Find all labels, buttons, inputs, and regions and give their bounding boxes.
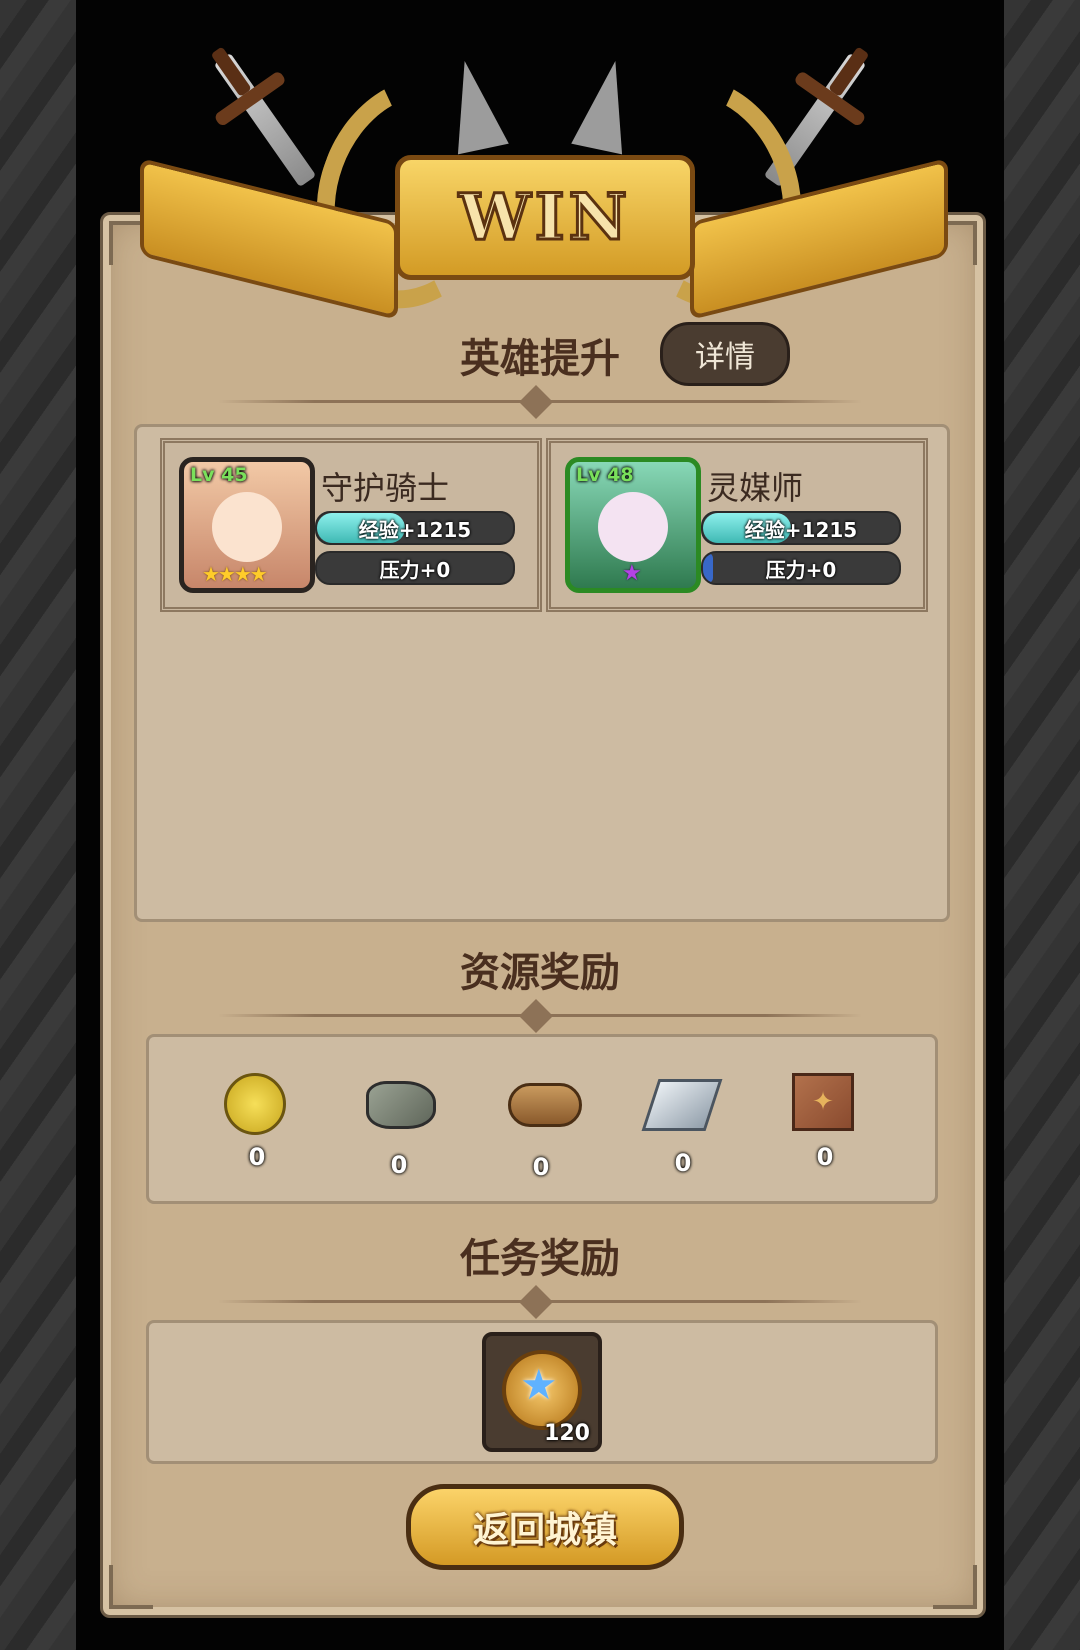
stress-text: 压力+0 [379, 557, 451, 582]
hero-avatar [212, 492, 282, 562]
resource-section-title: 资源奖励 [460, 950, 620, 996]
win-banner: WIN [0, 20, 1080, 336]
resource-value: 0 [248, 1143, 266, 1171]
section-divider [218, 385, 862, 419]
reward-count: 120 [544, 1421, 590, 1446]
wood-log-icon [508, 1083, 582, 1127]
stress-bar: 压力+0 [701, 551, 901, 585]
win-title: WIN [457, 179, 632, 257]
blue-star-icon: ★ [520, 1360, 558, 1409]
mission-section-title: 任务奖励 [460, 1236, 620, 1282]
hero-name: 灵媒师 [707, 469, 804, 507]
hero-name: 守护骑士 [321, 469, 450, 507]
resource-value: 0 [816, 1143, 834, 1171]
sword-icon [210, 46, 317, 188]
star-rating-icon: ★★★★ [202, 562, 268, 586]
hero-card[interactable]: Lv 48 ★ 灵媒师 经验+1215 压力+0 [546, 438, 928, 612]
hero-avatar [598, 492, 668, 562]
stress-text: 压力+0 [765, 557, 837, 582]
hero-level: Lv 48 [576, 464, 634, 486]
hero-portrait[interactable]: Lv 45 ★★★★ [179, 457, 315, 593]
star-rating-icon: ★ [622, 561, 642, 586]
resource-item-iron[interactable]: 0 [641, 1073, 723, 1177]
stress-bar: 压力+0 [315, 551, 515, 585]
iron-ingot-icon [641, 1079, 723, 1131]
panel-corner-ornament [933, 1565, 977, 1609]
hero-portrait[interactable]: Lv 48 ★ [565, 457, 701, 593]
resource-value: 0 [390, 1151, 408, 1179]
resource-item-cloth[interactable]: ✦ 0 [785, 1073, 865, 1171]
gold-coin-icon [224, 1073, 286, 1135]
resource-item-gold[interactable]: 0 [217, 1073, 297, 1171]
resource-value: 0 [674, 1149, 692, 1177]
hero-card[interactable]: Lv 45 ★★★★ 守护骑士 经验+1215 压力+0 [160, 438, 542, 612]
leather-cloth-icon: ✦ [792, 1073, 854, 1131]
stone-icon [366, 1081, 436, 1129]
exp-text: 经验+1215 [358, 517, 472, 542]
exp-text: 经验+1215 [744, 517, 858, 542]
resource-item-stone[interactable]: 0 [359, 1073, 439, 1179]
mission-reward-item[interactable]: ★ 120 [482, 1332, 602, 1452]
section-divider [218, 999, 862, 1033]
return-to-town-button[interactable]: 返回城镇 [406, 1484, 684, 1570]
detail-button[interactable]: 详情 [660, 322, 790, 386]
panel-corner-ornament [109, 1565, 153, 1609]
hero-level: Lv 45 [190, 464, 248, 486]
resource-box: 0 0 0 0 ✦ 0 [146, 1034, 938, 1204]
exp-bar: 经验+1215 [701, 511, 901, 545]
exp-bar: 经验+1215 [315, 511, 515, 545]
hero-section-title: 英雄提升 [460, 336, 620, 382]
resource-item-wood[interactable]: 0 [501, 1073, 582, 1181]
section-divider [218, 1285, 862, 1319]
resource-value: 0 [532, 1153, 550, 1181]
ribbon-center: WIN [395, 155, 695, 280]
